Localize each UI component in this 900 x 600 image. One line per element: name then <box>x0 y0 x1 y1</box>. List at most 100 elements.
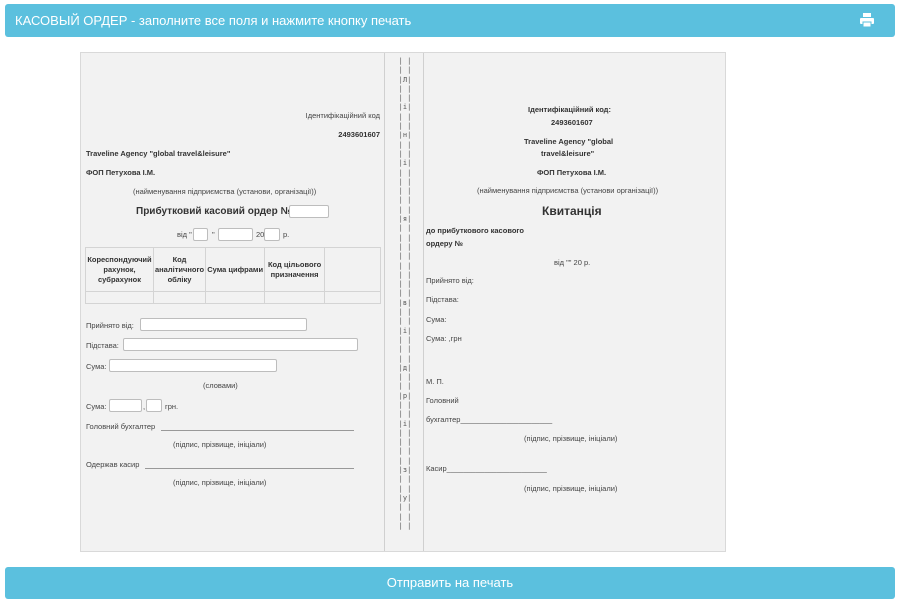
table-cell[interactable] <box>264 291 325 304</box>
sum-digits-label: Сума: <box>86 402 107 411</box>
table-cell[interactable] <box>205 291 266 304</box>
cashier-received-label: Одержав касир <box>86 460 140 469</box>
month-input[interactable] <box>218 228 253 241</box>
cut-line-glyph: | | <box>398 400 412 409</box>
order-title: Прибутковий касовий ордер № <box>136 206 292 217</box>
cut-line-glyph: |в| <box>398 298 412 307</box>
cashier-signature-line <box>145 468 354 469</box>
basis-label: Підстава: <box>86 341 119 350</box>
cut-line-glyph: | | <box>398 149 412 158</box>
cut-line-separator: | | | | |Л| | | | | |і| | | | | |н| | | | | |і| | | |… <box>384 53 424 551</box>
cut-line-glyph: |р| <box>398 391 412 400</box>
chief-accountant-label: Головний бухгалтер <box>86 422 156 431</box>
cut-line-glyph: | | <box>398 112 412 121</box>
cut-line-glyph: |н| <box>398 131 412 140</box>
table-cell[interactable] <box>323 291 382 304</box>
uah-label: грн. <box>165 402 179 411</box>
table-header-row: Кореспондуючий рахунок, субрахунок Код а… <box>85 247 382 292</box>
receipt-order-form: Ідентифікаційний код 2493601607 Travelin… <box>81 53 384 551</box>
cut-line-glyph: | | <box>398 66 412 75</box>
cut-line-glyph: | | <box>398 428 412 437</box>
id-code-value: 2493601607 <box>338 130 380 139</box>
cut-line-glyph: | | <box>398 57 412 65</box>
fop-name: ФОП Петухова І.М. <box>537 168 607 177</box>
agency-name: Traveline Agency "global travel&leisure" <box>86 149 231 158</box>
cut-line-glyph: |д| <box>398 363 412 372</box>
cut-line-glyph: |Л| <box>398 75 412 84</box>
received-from-label: Прийнято від: <box>426 276 474 285</box>
cashier-signature: Касир________________________ <box>426 464 547 473</box>
org-caption: (найменування підприємства (установи орг… <box>477 186 659 195</box>
cut-line-glyph: | | <box>398 317 412 326</box>
sum-words-input[interactable] <box>109 359 277 372</box>
cut-line-glyph: | | <box>398 345 412 354</box>
year-input[interactable] <box>264 228 280 241</box>
basis-input[interactable] <box>123 338 358 351</box>
sum-uah-input[interactable] <box>109 399 142 412</box>
send-to-print-button[interactable]: Отправить на печать <box>5 567 895 599</box>
cut-line-glyph: | | <box>398 438 412 447</box>
in-words-caption: (словами) <box>203 381 238 390</box>
cut-line-glyph: | | <box>398 512 412 521</box>
day-input[interactable] <box>193 228 208 241</box>
cut-line-letters: | | | | |Л| | | | | |і| | | | | |н| | | | | |і| | | |… <box>385 57 425 531</box>
signature-caption: (підпис, прізвище, ініціали) <box>524 484 618 493</box>
cut-line-glyph: | | <box>398 177 412 186</box>
cut-line-glyph: | | <box>398 484 412 493</box>
accountant-signature: бухгалтер______________________ <box>426 415 553 424</box>
org-caption: (найменування підприємства (установи, ор… <box>133 187 317 196</box>
cut-line-glyph: | | <box>398 410 412 419</box>
table-cell[interactable] <box>85 291 154 304</box>
cut-line-glyph: |і| <box>398 326 412 335</box>
sum-label: Сума: <box>426 315 447 324</box>
cut-line-glyph: | | <box>398 252 412 261</box>
cut-line-glyph: | | <box>398 335 412 344</box>
id-code-value: 2493601607 <box>551 118 593 127</box>
sum-kop-input[interactable] <box>146 399 162 412</box>
cut-line-glyph: | | <box>398 140 412 149</box>
basis-label: Підстава: <box>426 295 459 304</box>
col-header: Сума цифрами <box>205 247 266 292</box>
cut-line-glyph: |у| <box>398 493 412 502</box>
cut-line-glyph: | | <box>398 224 412 233</box>
comma: , <box>143 402 146 411</box>
signature-caption: (підпис, прізвище, ініціали) <box>173 440 267 449</box>
table-row <box>85 291 382 304</box>
cut-line-glyph: |і| <box>398 103 412 112</box>
accounts-table: Кореспондуючий рахунок, субрахунок Код а… <box>85 247 382 304</box>
receipt-stub: Ідентифікаційний код: 2493601607 Traveli… <box>424 53 726 551</box>
cut-line-glyph: |і| <box>398 419 412 428</box>
col-header: Код аналітичного обліку <box>152 247 207 292</box>
cut-line-glyph: | | <box>398 280 412 289</box>
order-number-input[interactable] <box>289 205 329 218</box>
cut-line-glyph: | | <box>398 233 412 242</box>
cut-line-glyph: | | <box>398 503 412 512</box>
cut-line-glyph: | | <box>398 447 412 456</box>
cut-line-glyph: |з| <box>398 466 412 475</box>
received-from-input[interactable] <box>140 318 307 331</box>
cut-line-glyph: |я| <box>398 215 412 224</box>
date-quote: " <box>212 230 215 239</box>
cut-line-glyph: | | <box>398 382 412 391</box>
col-header: Кореспондуючий рахунок, субрахунок <box>85 247 154 292</box>
chief-label: Головний <box>426 396 459 405</box>
sum-uah-label: Сума: ,грн <box>426 334 462 343</box>
printer-icon[interactable] <box>859 12 875 28</box>
to-order-line1: до прибуткового касового <box>426 226 525 235</box>
sum-label: Сума: <box>86 362 107 371</box>
id-code-label: Ідентифікаційний код <box>305 111 380 120</box>
table-cell[interactable] <box>152 291 207 304</box>
date-from-label: від " <box>177 230 192 239</box>
signature-caption: (підпис, прізвище, ініціали) <box>524 434 618 443</box>
agency-name-line2: travel&leisure" <box>541 149 595 158</box>
cut-line-glyph: | | <box>398 270 412 279</box>
cut-line-glyph: | | <box>398 456 412 465</box>
cut-line-glyph: | | <box>398 308 412 317</box>
cut-line-glyph: |і| <box>398 159 412 168</box>
agency-name-line1: Traveline Agency "global <box>524 137 614 146</box>
cut-line-glyph: | | <box>398 242 412 251</box>
cut-line-glyph: | | <box>398 289 412 298</box>
header-bar: КАСОВЫЙ ОРДЕР - заполните все поля и наж… <box>5 4 895 37</box>
cut-line-glyph: | | <box>398 205 412 214</box>
cut-line-glyph: | | <box>398 373 412 382</box>
